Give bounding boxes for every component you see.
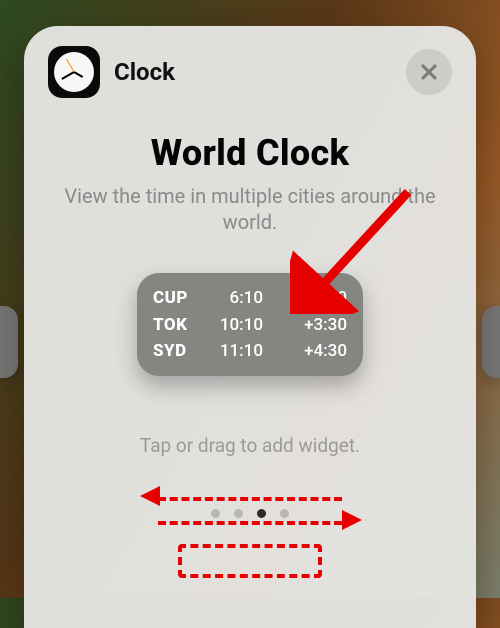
close-icon [419,62,439,82]
page-dot-2[interactable] [257,509,266,518]
city-time: 6:10 [209,285,269,311]
sheet-header: Clock [24,46,476,98]
city-code: SYD [153,338,209,364]
carousel-next-peek[interactable] [482,306,500,378]
page-indicator [24,509,476,518]
world-clock-row: SYD 11:10 +4:30 [153,338,347,364]
world-clock-row: CUP 6:10 -12:30 [153,285,347,311]
city-offset: -12:30 [269,285,347,311]
city-time: 11:10 [209,338,269,364]
world-clock-widget-preview[interactable]: CUP 6:10 -12:30 TOK 10:10 +3:30 SYD 11:1… [137,273,363,376]
city-code: CUP [153,285,209,311]
city-offset: +3:30 [269,312,347,338]
close-button[interactable] [406,49,452,95]
add-widget-hint: Tap or drag to add widget. [24,434,476,457]
widget-gallery-sheet: Clock World Clock View the time in multi… [24,26,476,628]
page-dot-0[interactable] [211,509,220,518]
page-subtitle: View the time in multiple cities around … [24,184,476,235]
city-offset: +4:30 [269,338,347,364]
page-dot-1[interactable] [234,509,243,518]
world-clock-row: TOK 10:10 +3:30 [153,312,347,338]
city-code: TOK [153,312,209,338]
city-time: 10:10 [209,312,269,338]
app-name-label: Clock [114,58,175,86]
page-title: World Clock [24,132,476,174]
clock-icon [54,52,94,92]
carousel-prev-peek[interactable] [0,306,18,378]
page-dot-3[interactable] [280,509,289,518]
clock-app-icon [48,46,100,98]
